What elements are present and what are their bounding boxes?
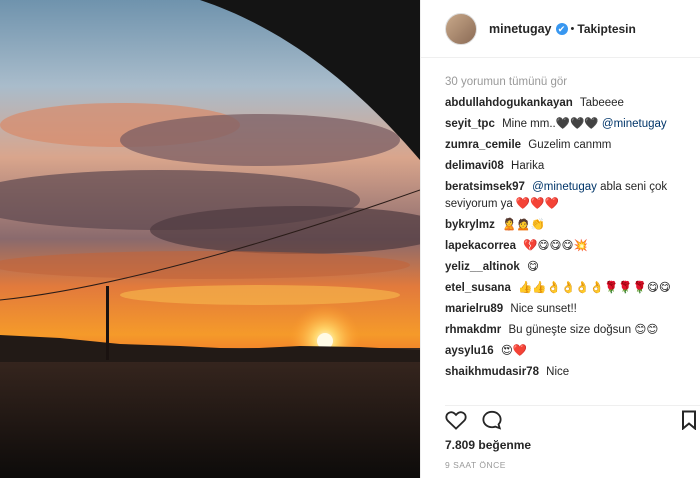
action-bar: [445, 405, 700, 435]
comment-item: aysylu16 😍❤️: [445, 343, 688, 360]
post-timestamp[interactable]: 9 SAAT ÖNCE: [445, 460, 506, 470]
comment-text: 👍👍👌👌👌👌🌹🌹🌹😋😋: [518, 282, 671, 294]
verified-badge-icon: ✔: [555, 22, 568, 35]
comment-item: yeliz__altinok 😋: [445, 259, 688, 276]
view-all-comments-link[interactable]: 30 yorumun tümünü gör: [445, 76, 688, 88]
comment-username[interactable]: lapekacorrea: [445, 240, 516, 252]
comment-text: 😍❤️: [500, 345, 528, 357]
comment-item: delimavi08 Harika: [445, 158, 688, 175]
comment-text: Harika: [511, 160, 545, 172]
comment-item: seyit_tpc Mine mm..🖤🖤🖤 @minetugay: [445, 116, 688, 133]
comment-text: Nice sunset!!: [510, 303, 577, 315]
comment-text: Tabeeee: [579, 97, 624, 109]
comment-text: Nice: [546, 366, 570, 378]
comment-username[interactable]: etel_susana: [445, 282, 511, 294]
comment-mention[interactable]: @minetugay: [602, 118, 667, 130]
comment-username[interactable]: aysylu16: [445, 345, 494, 357]
likes-count[interactable]: 7.809 beğenme: [445, 438, 531, 452]
comment-text: 🙎🙍👏: [502, 219, 546, 231]
post-photo[interactable]: [0, 0, 420, 478]
sunset-image: [0, 0, 420, 478]
comment-text: 😋: [527, 261, 539, 273]
comment-text: Guzelim canmm: [528, 139, 612, 151]
comment-text: Mine mm..🖤🖤🖤: [502, 118, 599, 130]
comment-text: 💔😋😋😋💥: [523, 240, 588, 252]
post-header: minetugay ✔ • Takiptesin: [421, 0, 700, 58]
comment-item: lapekacorrea 💔😋😋😋💥: [445, 238, 688, 255]
comment-item: bykrylmz 🙎🙍👏: [445, 217, 688, 234]
instagram-post-view: minetugay ✔ • Takiptesin 30 yorumun tümü…: [0, 0, 700, 478]
comment-username[interactable]: abdullahdogukankayan: [445, 97, 573, 109]
bookmark-icon[interactable]: [681, 410, 697, 435]
comment-item: marielru89 Nice sunset!!: [445, 301, 688, 318]
comment-item: beratsimsek97 @minetugay abla seni çok s…: [445, 179, 688, 213]
comment-item: abdullahdogukankayan Tabeeee: [445, 95, 688, 112]
comment-item: shaikhmudasir78 Nice: [445, 364, 688, 378]
comment-username[interactable]: yeliz__altinok: [445, 261, 520, 273]
avatar[interactable]: [445, 12, 477, 45]
comment-item: etel_susana 👍👍👌👌👌👌🌹🌹🌹😋😋: [445, 280, 688, 297]
follow-button[interactable]: Takiptesin: [577, 22, 635, 36]
comment-item: zumra_cemile Guzelim canmm: [445, 137, 688, 154]
comment-username[interactable]: shaikhmudasir78: [445, 366, 539, 378]
heart-icon[interactable]: [445, 410, 467, 435]
comment-username[interactable]: bykrylmz: [445, 219, 495, 231]
username-link[interactable]: minetugay: [489, 22, 552, 36]
comment-username[interactable]: zumra_cemile: [445, 139, 521, 151]
comment-username[interactable]: marielru89: [445, 303, 503, 315]
comment-username[interactable]: beratsimsek97: [445, 181, 525, 193]
post-sidebar: minetugay ✔ • Takiptesin 30 yorumun tümü…: [420, 0, 700, 478]
comment-mention[interactable]: @minetugay: [532, 181, 597, 193]
comment-icon[interactable]: [481, 410, 503, 435]
comment-username[interactable]: rhmakdmr: [445, 324, 501, 336]
comment-username[interactable]: delimavi08: [445, 160, 504, 172]
comment-text: Bu güneşte size doğsun 😊😊: [508, 324, 659, 336]
comment-username[interactable]: seyit_tpc: [445, 118, 495, 130]
comment-item: rhmakdmr Bu güneşte size doğsun 😊😊: [445, 322, 688, 339]
separator-dot: •: [570, 22, 575, 35]
comments-list: 30 yorumun tümünü gör abdullahdogukankay…: [421, 58, 700, 378]
